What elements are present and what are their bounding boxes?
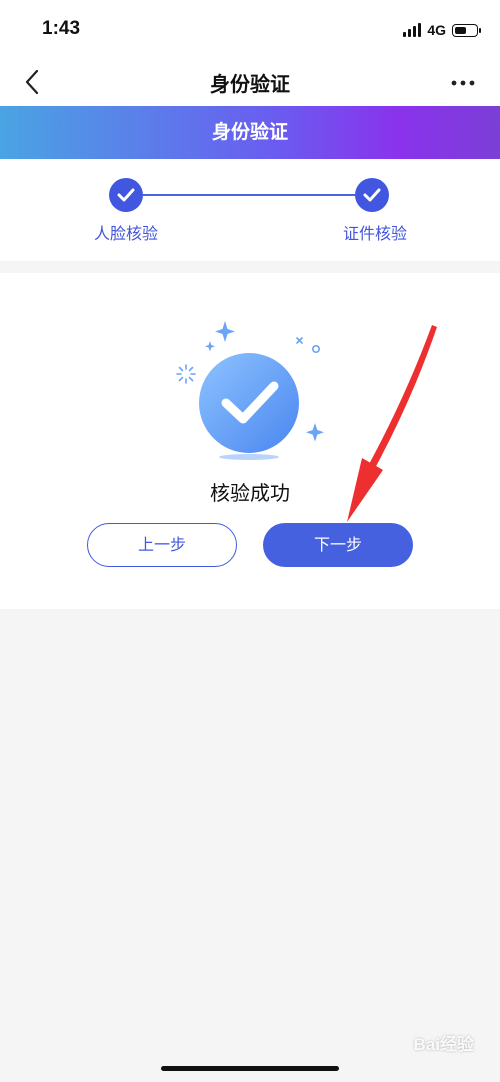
watermark-logo: Bai经验 xyxy=(413,1035,474,1054)
home-indicator xyxy=(161,1066,339,1071)
status-bar: 1:43 4G xyxy=(0,0,500,58)
battery-icon xyxy=(452,23,481,37)
verification-steps: 人脸核验 证件核验 xyxy=(0,159,500,261)
result-card: 核验成功 上一步 下一步 xyxy=(0,273,500,609)
step-done-check-icon xyxy=(355,178,389,212)
more-dots-icon[interactable] xyxy=(448,70,478,94)
previous-step-button[interactable]: 上一步 xyxy=(87,523,237,567)
step-connector-line xyxy=(130,194,370,196)
signal-icon xyxy=(403,23,422,37)
step-done-check-icon xyxy=(109,178,143,212)
success-check-icon xyxy=(160,313,340,473)
step-label-face: 人脸核验 xyxy=(93,224,158,243)
status-indicators: 4G xyxy=(403,20,481,40)
network-label: 4G xyxy=(427,22,446,38)
status-time: 1:43 xyxy=(42,18,81,39)
next-step-button[interactable]: 下一步 xyxy=(263,523,413,567)
header-banner: 身份验证 xyxy=(0,106,500,159)
page-title: 身份验证 xyxy=(210,72,290,96)
nav-bar: 身份验证 xyxy=(0,58,500,106)
result-message: 核验成功 xyxy=(210,481,290,505)
step-label-document: 证件核验 xyxy=(342,224,407,243)
